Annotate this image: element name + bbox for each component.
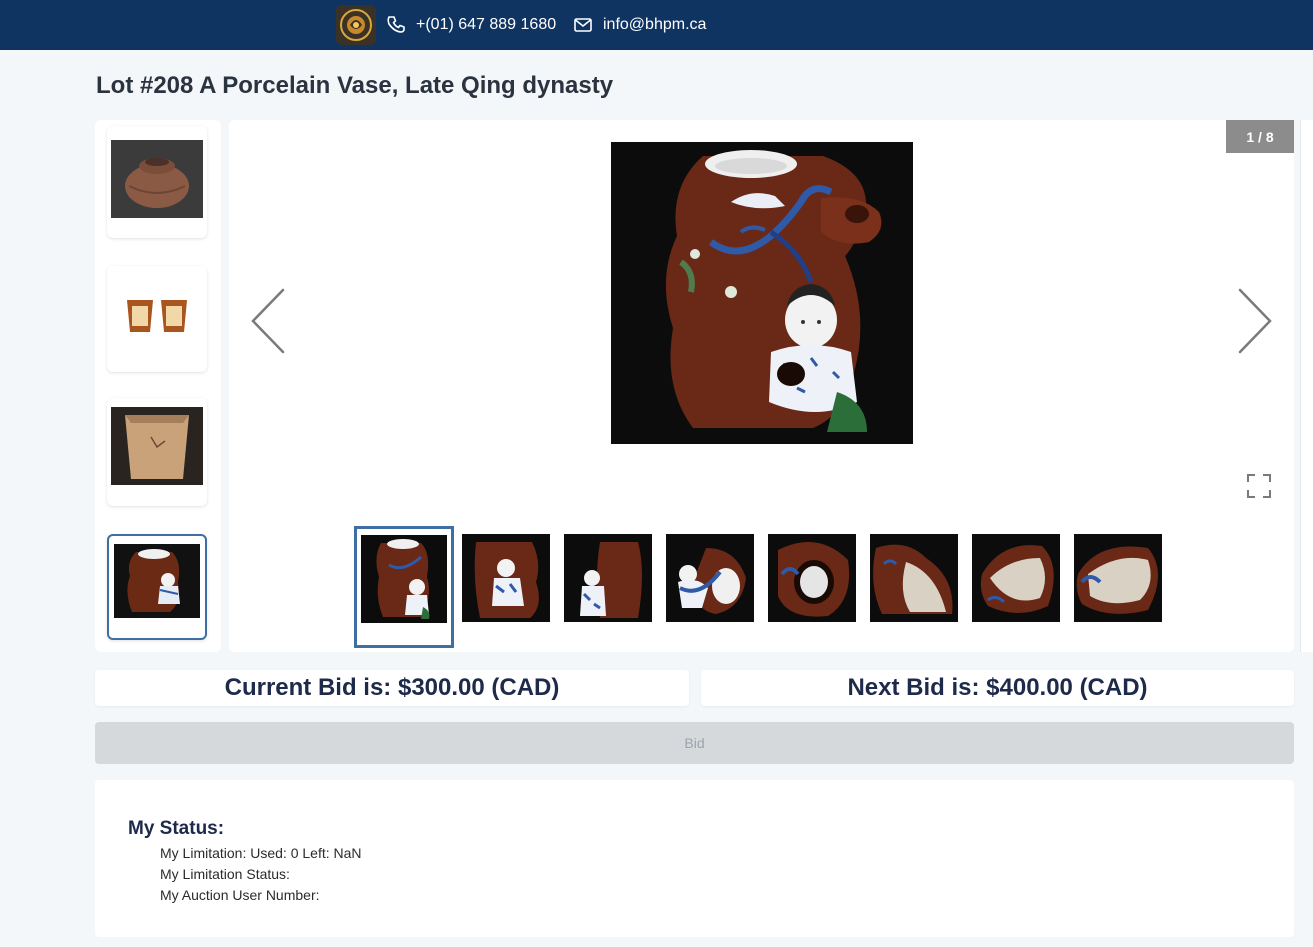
thumbnail-1-active[interactable]	[354, 526, 454, 648]
current-bid: Current Bid is: $300.00 (CAD)	[95, 670, 689, 706]
bid-button[interactable]: Bid	[95, 722, 1294, 764]
my-status-panel: My Status: My Limitation: Used: 0 Left: …	[95, 780, 1294, 937]
thumbnail-6[interactable]	[870, 534, 958, 622]
thumbnail-8[interactable]	[1074, 534, 1162, 622]
image-counter: 1 / 8	[1226, 120, 1294, 153]
related-lot-thumbnail-active[interactable]	[107, 534, 207, 640]
mail-icon	[573, 15, 593, 35]
page-title: Lot #208 A Porcelain Vase, Late Qing dyn…	[96, 72, 614, 99]
image-viewer: 1 / 8	[229, 120, 1294, 652]
email-address[interactable]: info@bhpm.ca	[603, 16, 706, 34]
thumbnail-2[interactable]	[462, 534, 550, 622]
adjacent-panel-edge	[1300, 120, 1313, 652]
chevron-left-icon[interactable]	[247, 286, 287, 356]
fullscreen-icon[interactable]	[1245, 472, 1273, 500]
phone-icon	[386, 15, 406, 35]
next-bid: Next Bid is: $400.00 (CAD)	[701, 670, 1294, 706]
related-lots-sidebar	[95, 120, 221, 652]
company-logo[interactable]	[336, 5, 376, 45]
related-lot-thumbnail[interactable]	[107, 266, 207, 372]
phone-number[interactable]: +(01) 647 889 1680	[416, 16, 556, 34]
auction-user-number-line: My Auction User Number:	[160, 887, 320, 903]
thumbnail-5[interactable]	[768, 534, 856, 622]
related-lot-thumbnail[interactable]	[107, 126, 207, 238]
chevron-right-icon[interactable]	[1236, 286, 1276, 356]
limitation-status-line: My Limitation Status:	[160, 866, 290, 882]
thumbnail-7[interactable]	[972, 534, 1060, 622]
main-lot-image[interactable]	[611, 142, 913, 444]
phone-contact[interactable]: +(01) 647 889 1680	[386, 13, 556, 37]
top-bar: +(01) 647 889 1680 info@bhpm.ca	[0, 0, 1313, 50]
thumbnail-4[interactable]	[666, 534, 754, 622]
status-title: My Status:	[128, 818, 225, 839]
related-lot-thumbnail[interactable]	[107, 398, 207, 506]
limitation-line: My Limitation: Used: 0 Left: NaN	[160, 845, 362, 861]
email-contact[interactable]: info@bhpm.ca	[573, 13, 706, 37]
thumbnail-3[interactable]	[564, 534, 652, 622]
